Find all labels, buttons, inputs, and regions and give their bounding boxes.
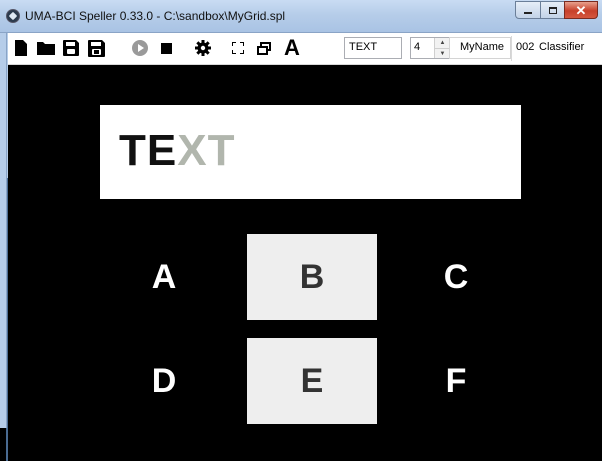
- save-icon: [63, 40, 79, 56]
- user-name-field[interactable]: MyName: [449, 37, 511, 59]
- repetitions-value: 4: [414, 41, 421, 53]
- text-to-spell-field[interactable]: TEXT: [344, 37, 402, 59]
- close-button[interactable]: ✕: [564, 1, 598, 19]
- grid-cell-b: B: [247, 234, 377, 320]
- minimize-icon: [524, 12, 532, 14]
- grid-cell-a: A: [151, 257, 177, 296]
- maximize-button[interactable]: [540, 1, 565, 19]
- save-as-icon: [87, 39, 105, 57]
- fullscreen-button[interactable]: [226, 33, 250, 63]
- font-icon: A: [284, 35, 300, 60]
- font-button[interactable]: A: [278, 33, 306, 63]
- close-icon: ✕: [575, 2, 587, 18]
- new-file-button[interactable]: [10, 33, 32, 63]
- app-icon: [6, 9, 20, 23]
- spelled-text-box: TEXT: [100, 105, 521, 199]
- typed-text: TE: [119, 126, 178, 175]
- grid-cell-e: E: [247, 338, 377, 424]
- spinner-up-icon[interactable]: ▲: [435, 38, 450, 48]
- window-left-border-shadow: [6, 178, 8, 461]
- stop-button[interactable]: [155, 33, 177, 63]
- maximize-icon: [548, 6, 557, 14]
- spinner-buttons[interactable]: ▲ ▼: [434, 38, 450, 58]
- speller-window: UMA-BCI Speller 0.33.0 - C:\sandbox\MyGr…: [0, 0, 602, 461]
- grid-cell-c: C: [443, 257, 469, 296]
- new-file-icon: [15, 40, 27, 56]
- open-button[interactable]: [34, 33, 58, 63]
- save-button[interactable]: [60, 33, 82, 63]
- spelled-text: TEXT: [119, 125, 235, 177]
- fullscreen-icon: [232, 42, 244, 54]
- start-button[interactable]: [128, 33, 152, 63]
- mode-label[interactable]: Classifier: [539, 37, 584, 59]
- minimize-button[interactable]: [515, 1, 541, 19]
- grid-cell-d: D: [151, 361, 177, 400]
- open-folder-icon: [37, 42, 55, 55]
- session-number: 002: [516, 41, 535, 53]
- restore-window-button[interactable]: [252, 33, 276, 63]
- grid-cell-f: F: [445, 361, 467, 400]
- toolbar-separator: [511, 36, 512, 61]
- save-as-button[interactable]: [84, 33, 108, 63]
- title-bar[interactable]: UMA-BCI Speller 0.33.0 - C:\sandbox\MyGr…: [0, 0, 602, 33]
- restore-window-icon: [257, 41, 271, 55]
- gear-icon: [195, 40, 211, 56]
- play-icon: [132, 40, 148, 56]
- window-left-border: [0, 33, 8, 461]
- toolbar: A TEXT 4 ▲ ▼ MyName 002 Classifier: [8, 33, 602, 65]
- pending-text: XT: [177, 126, 236, 175]
- spinner-down-icon[interactable]: ▼: [435, 48, 450, 58]
- settings-button[interactable]: [191, 33, 215, 63]
- repetitions-spinner[interactable]: 4 ▲ ▼: [410, 37, 451, 59]
- window-title: UMA-BCI Speller 0.33.0 - C:\sandbox\MyGr…: [25, 9, 286, 23]
- stop-icon: [160, 42, 172, 54]
